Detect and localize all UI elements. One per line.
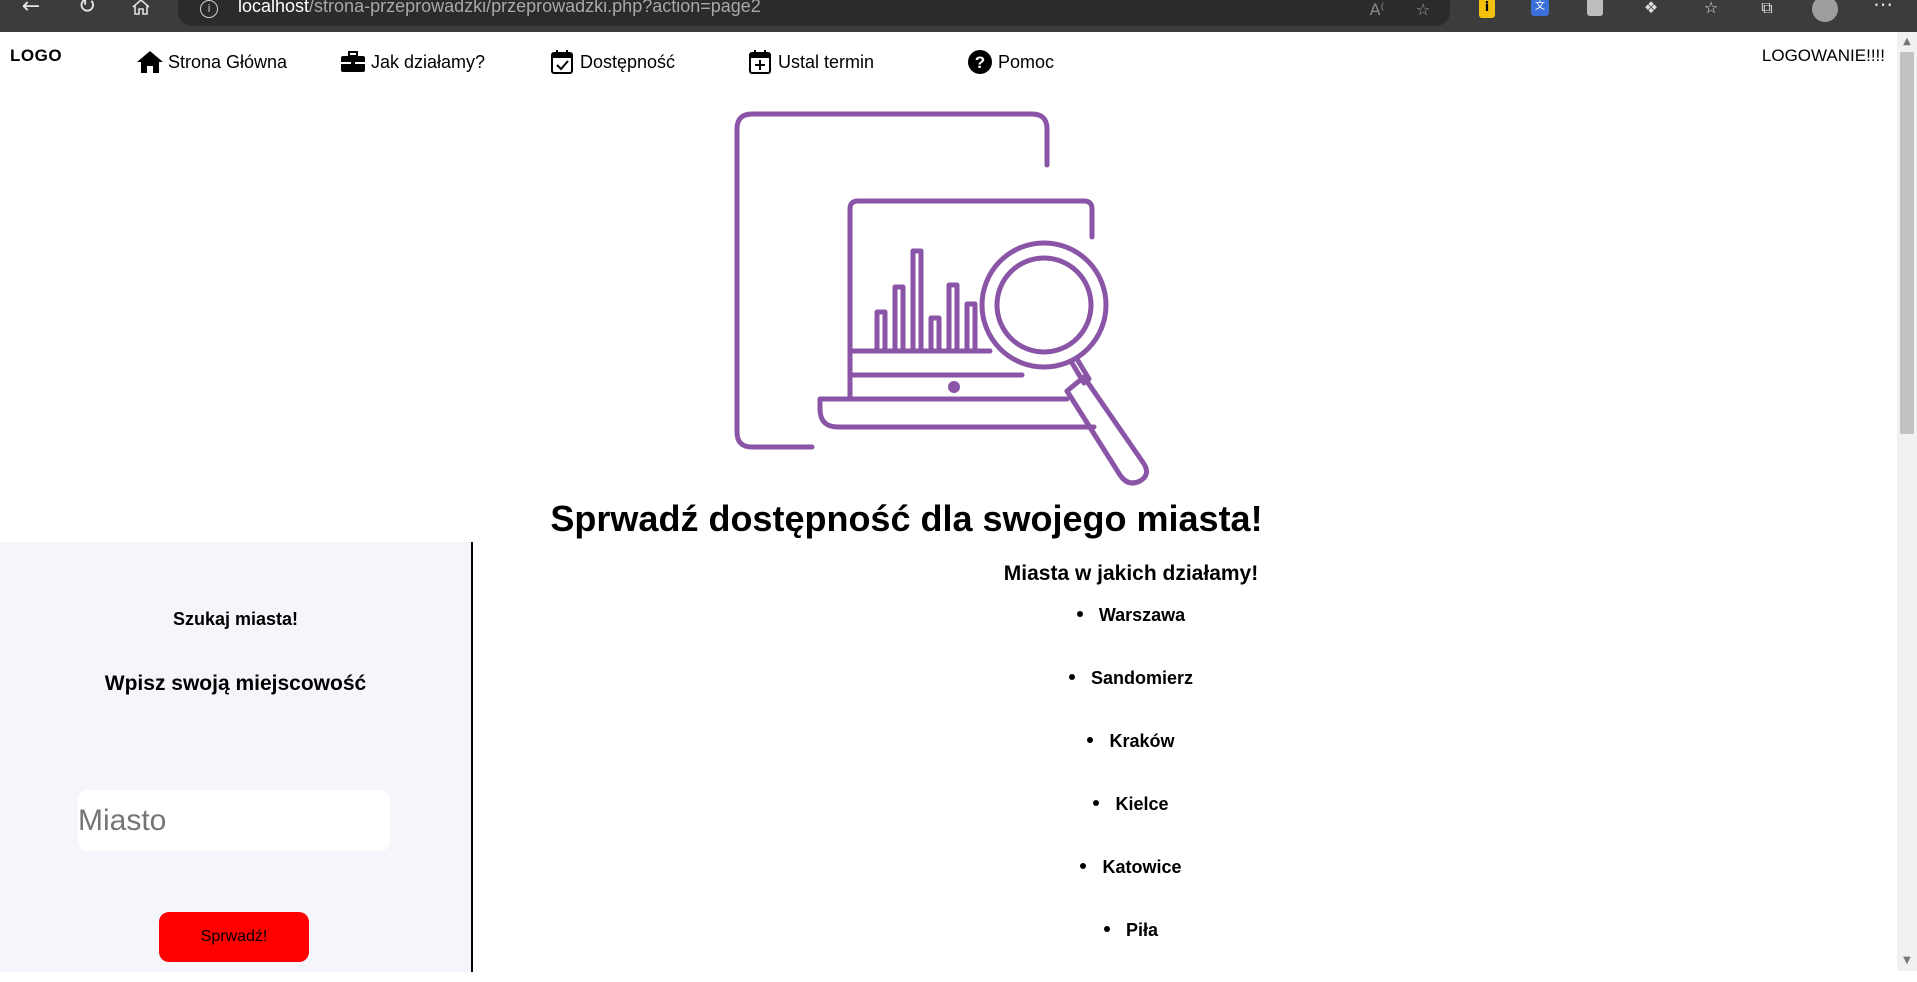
nav-label-set-date: Ustal termin xyxy=(778,51,875,72)
city-search-input[interactable] xyxy=(78,790,390,851)
home-icon xyxy=(136,48,164,76)
city-name: Sandomierz xyxy=(1090,668,1194,688)
extension-gray-icon[interactable] xyxy=(1582,0,1608,22)
refresh-icon[interactable]: ↻ xyxy=(70,0,104,24)
bullet-icon xyxy=(1068,674,1075,681)
city-name: Katowice xyxy=(1102,857,1182,877)
nav-item-home[interactable]: Strona Główna xyxy=(136,42,287,82)
bullet-icon xyxy=(1080,863,1087,870)
city-name: Piła xyxy=(1125,920,1159,940)
scroll-down-icon[interactable]: ▼ xyxy=(1897,951,1917,971)
calendar-plus-icon xyxy=(746,48,774,76)
cities-title: Miasta w jakich działamy! xyxy=(1003,562,1259,585)
home-browser-icon[interactable] xyxy=(124,0,158,26)
favorites-add-icon[interactable]: ☆ xyxy=(1410,0,1436,24)
list-item: Kraków xyxy=(475,730,1787,793)
scrollbar-thumb[interactable] xyxy=(1900,52,1914,434)
search-title: Szukaj miasta! xyxy=(172,609,299,629)
back-icon[interactable]: ← xyxy=(14,0,48,24)
bullet-icon xyxy=(1103,926,1110,933)
list-item: Katowice xyxy=(475,856,1787,919)
site-logo[interactable]: LOGO xyxy=(10,46,62,66)
scroll-up-icon[interactable]: ▲ xyxy=(1897,32,1917,52)
nav-label-home: Strona Główna xyxy=(168,51,288,72)
nav-item-help[interactable]: ? Pomoc xyxy=(966,42,1054,82)
page-content: LOGO Strona Główna Jak działamy? Dostępn… xyxy=(0,32,1897,972)
question-circle-icon: ? xyxy=(966,48,994,76)
url-text[interactable]: localhost/strona-przeprowadzki/przeprowa… xyxy=(238,0,761,17)
list-item: Sandomierz xyxy=(475,667,1787,730)
translate-icon[interactable]: 文 xyxy=(1527,0,1553,22)
page-title: Sprwadź dostępność dla swojego miasta! xyxy=(550,498,1263,539)
nav-label-availability: Dostępność xyxy=(580,51,676,72)
nav-label-help: Pomoc xyxy=(998,51,1055,72)
check-button[interactable]: Sprwadź! xyxy=(159,912,309,962)
more-menu-icon[interactable]: ⋯ xyxy=(1870,0,1896,18)
svg-text:?: ? xyxy=(975,53,985,72)
favorites-icon[interactable]: ☆ xyxy=(1698,0,1724,22)
city-name: Kielce xyxy=(1115,794,1169,814)
bullet-icon xyxy=(1087,737,1094,744)
browser-toolbar: ← ↻ i localhost/strona-przeprowadzki/prz… xyxy=(0,0,1917,32)
nav-item-set-date[interactable]: Ustal termin xyxy=(746,42,874,82)
laptop-magnifier-chart-illustration xyxy=(722,109,1182,494)
url-host: localhost xyxy=(238,0,310,16)
cities-list: Warszawa Sandomierz Kraków Kielce Katowi… xyxy=(475,604,1787,982)
briefcase-icon xyxy=(339,48,367,76)
url-path: /strona-przeprowadzki/przeprowadzki.php?… xyxy=(309,0,761,16)
collections-icon[interactable]: ⧉ xyxy=(1754,0,1780,22)
extensions-puzzle-icon[interactable]: ❖ xyxy=(1638,0,1664,22)
city-name: Warszawa xyxy=(1098,605,1186,625)
profile-avatar[interactable] xyxy=(1812,0,1838,22)
list-item: Warszawa xyxy=(475,604,1787,667)
search-panel: Szukaj miasta! Wpisz swoją miejscowość S… xyxy=(0,542,473,972)
login-link[interactable]: LOGOWANIE!!!! xyxy=(1762,46,1885,66)
calendar-check-icon xyxy=(548,48,576,76)
read-aloud-icon[interactable]: A⁽ xyxy=(1364,0,1390,24)
nav-item-how-we-work[interactable]: Jak działamy? xyxy=(339,42,485,82)
search-subtitle: Wpisz swoją miejscowość xyxy=(104,672,367,695)
nav-item-availability[interactable]: Dostępność xyxy=(548,42,675,82)
bullet-icon xyxy=(1093,800,1100,807)
site-info-icon[interactable]: i xyxy=(200,0,218,18)
list-item: Kielce xyxy=(475,793,1787,856)
city-name: Kraków xyxy=(1109,731,1175,751)
bullet-icon xyxy=(1076,611,1083,618)
cities-section: Miasta w jakich działamy! Warszawa Sando… xyxy=(475,562,1787,982)
list-item: Piła xyxy=(475,919,1787,982)
address-bar[interactable]: i localhost/strona-przeprowadzki/przepro… xyxy=(178,0,1450,26)
page-scrollbar[interactable]: ▲ ▼ xyxy=(1897,32,1917,971)
extension-yellow-icon[interactable]: i xyxy=(1474,0,1500,22)
nav-label-how-we-work: Jak działamy? xyxy=(371,51,486,72)
